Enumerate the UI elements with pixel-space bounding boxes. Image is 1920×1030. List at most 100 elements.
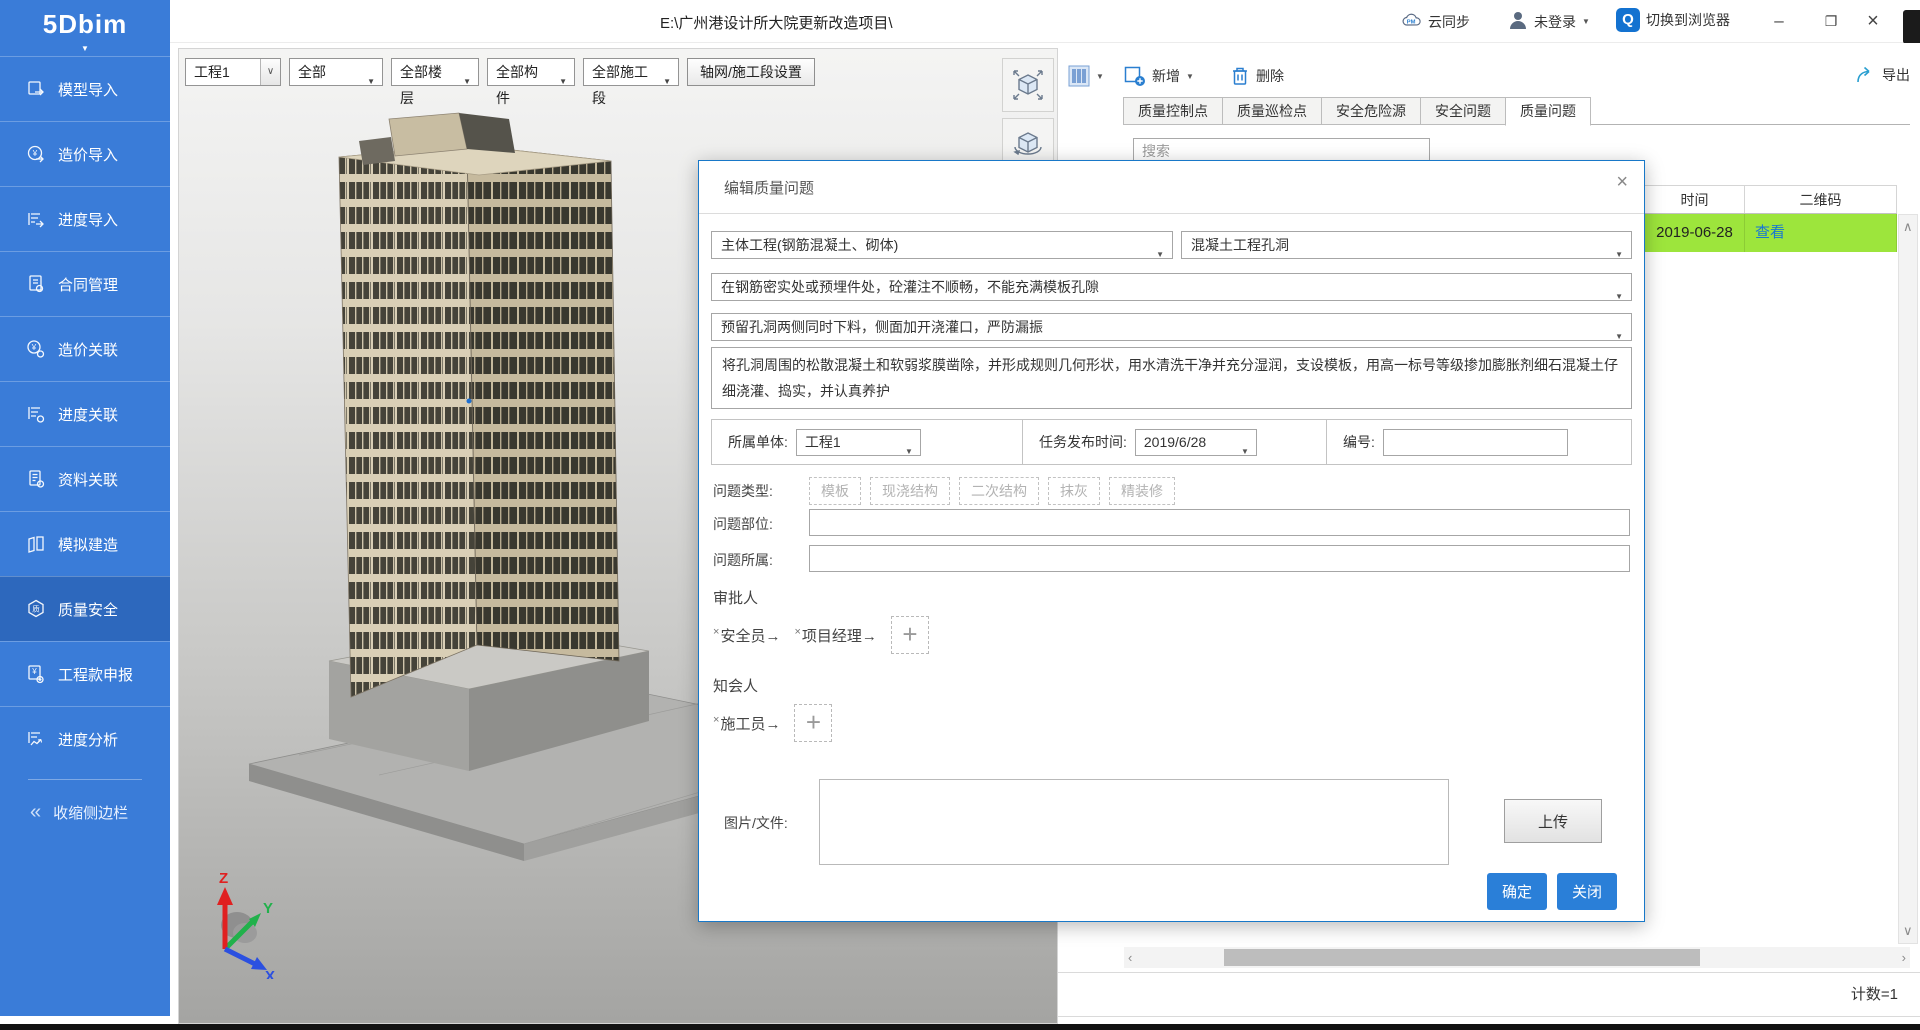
chevron-down-icon: ▼: [1096, 72, 1104, 81]
add-notifier-button[interactable]: +: [794, 704, 832, 742]
axis-gizmo: Y Z X: [191, 869, 281, 979]
prevention-dropdown[interactable]: 预留孔洞两侧同时下料，侧面加开浇灌口，严防漏振 ▼: [711, 313, 1632, 341]
cloud-sync-button[interactable]: PM 云同步: [1402, 10, 1470, 33]
table-header-time[interactable]: 时间: [1645, 186, 1745, 213]
notifier-chip[interactable]: ×施工员→: [713, 713, 780, 734]
tab-quality-control[interactable]: 质量控制点: [1123, 97, 1222, 125]
scroll-up-icon[interactable]: ∧: [1903, 219, 1913, 235]
arrow-right-icon: →: [862, 628, 877, 645]
approver-chip[interactable]: ×项目经理→: [794, 625, 876, 646]
contract-icon: [26, 274, 46, 294]
horizontal-scrollbar[interactable]: ‹ ›: [1124, 947, 1910, 968]
filter-section-dropdown[interactable]: 全部施工段 ▼: [583, 58, 679, 86]
remove-icon[interactable]: ×: [794, 626, 800, 638]
remove-icon[interactable]: ×: [713, 714, 719, 726]
sidebar-item-contract[interactable]: 合同管理: [0, 251, 170, 316]
add-approver-button[interactable]: +: [891, 616, 929, 654]
type-option-plaster[interactable]: 抹灰: [1048, 477, 1100, 505]
sidebar-item-model-import[interactable]: 模型导入: [0, 56, 170, 121]
sidebar-item-schedule-link[interactable]: 进度关联: [0, 381, 170, 446]
measures-textarea[interactable]: 将孔洞周围的松散混凝土和软弱浆膜凿除，并形成规则几何形状，用水清洗干净并充分湿润…: [711, 347, 1632, 409]
vertical-scrollbar[interactable]: ∧ ∨: [1898, 214, 1918, 944]
cloud-sync-label: 云同步: [1428, 12, 1470, 32]
scroll-down-icon[interactable]: ∨: [1903, 923, 1913, 939]
qr-view-link[interactable]: 查看: [1745, 214, 1897, 252]
filter-all-dropdown[interactable]: 全部 ▼: [289, 58, 383, 86]
tab-quality-issue[interactable]: 质量问题: [1505, 97, 1591, 126]
type-option-finedecoration[interactable]: 精装修: [1109, 477, 1175, 505]
date-cell: 任务发布时间: 2019/6/28 ▼: [1023, 420, 1327, 464]
axis-y-label: Y: [263, 900, 273, 917]
dialog-title-divider: [699, 213, 1644, 214]
tab-safety-hazard[interactable]: 安全危险源: [1321, 97, 1420, 125]
sidebar-item-cost-import[interactable]: ¥ 造价导入: [0, 121, 170, 186]
restore-button[interactable]: ❐: [1816, 8, 1846, 34]
close-button[interactable]: ×: [1858, 8, 1888, 34]
sidebar-item-simulate-build[interactable]: 模拟建造: [0, 511, 170, 576]
switch-browser-button[interactable]: Q 切换到浏览器: [1616, 8, 1730, 32]
scroll-right-icon[interactable]: ›: [1902, 950, 1906, 965]
close-dialog-button[interactable]: 关闭: [1557, 873, 1617, 910]
tab-quality-inspection[interactable]: 质量巡检点: [1222, 97, 1321, 125]
sidebar-item-payment-declare[interactable]: ¥ 工程款申报: [0, 641, 170, 706]
dialog-close-icon[interactable]: ×: [1616, 171, 1628, 194]
chevron-down-icon: ▼: [1615, 242, 1623, 259]
table-header-qrcode[interactable]: 二维码: [1745, 186, 1897, 213]
item-dropdown[interactable]: 混凝土工程孔洞 ▼: [1181, 231, 1632, 259]
upload-button[interactable]: 上传: [1504, 799, 1602, 843]
number-cell: 编号:: [1327, 420, 1631, 464]
issue-part-label: 问题部位:: [713, 514, 773, 534]
file-label: 图片/文件:: [724, 813, 788, 833]
issue-belong-label: 问题所属:: [713, 550, 773, 570]
delete-button[interactable]: 删除: [1230, 65, 1284, 87]
login-label: 未登录: [1534, 12, 1576, 32]
chevron-down-icon: ▼: [1615, 324, 1623, 341]
category-dropdown[interactable]: 主体工程(钢筋混凝土、砌体) ▼: [711, 231, 1173, 259]
type-option-castinplace[interactable]: 现浇结构: [870, 477, 950, 505]
minimize-button[interactable]: –: [1764, 8, 1794, 34]
window-title: E:\广州港设计所大院更新改造项目\: [660, 12, 893, 33]
sidebar-item-label: 进度关联: [58, 404, 118, 425]
unit-label: 所属单体:: [728, 432, 788, 452]
logo-chevron-icon[interactable]: ▼: [0, 44, 170, 56]
axis-x-label: X: [265, 968, 275, 979]
ok-button[interactable]: 确定: [1487, 873, 1547, 910]
collapse-sidebar-label: 收缩侧边栏: [53, 802, 128, 823]
sidebar-item-label: 进度导入: [58, 209, 118, 230]
unit-dropdown[interactable]: 工程1 ▼: [796, 429, 921, 456]
zoom-extents-button[interactable]: [1002, 58, 1054, 112]
grid-section-settings-button[interactable]: 轴网/施工段设置: [687, 58, 815, 86]
sidebar-separator: [28, 779, 142, 780]
sidebar-item-label: 模型导入: [58, 79, 118, 100]
approver-chip[interactable]: ×安全员→: [713, 625, 780, 646]
quality-safety-icon: 质: [26, 599, 46, 619]
remove-icon[interactable]: ×: [713, 626, 719, 638]
sidebar-item-quality-safety[interactable]: 质 质量安全: [0, 576, 170, 641]
sidebar-item-schedule-import[interactable]: 进度导入: [0, 186, 170, 251]
project-combobox[interactable]: 工程1 ∨: [185, 58, 281, 86]
filter-floor-dropdown[interactable]: 全部楼层 ▼: [391, 58, 479, 86]
filter-component-dropdown[interactable]: 全部构件 ▼: [487, 58, 575, 86]
issue-part-input[interactable]: [809, 509, 1630, 536]
sidebar-item-schedule-analysis[interactable]: 进度分析: [0, 706, 170, 771]
export-button[interactable]: 导出: [1856, 65, 1910, 85]
type-option-secondary[interactable]: 二次结构: [959, 477, 1039, 505]
problem-dropdown[interactable]: 在钢筋密实处或预埋件处，砼灌注不顺畅，不能充满模板孔隙 ▼: [711, 273, 1632, 301]
number-input[interactable]: [1383, 429, 1568, 456]
sidebar-item-document-link[interactable]: 资料关联: [0, 446, 170, 511]
login-menu[interactable]: 未登录 ▼: [1508, 10, 1590, 33]
date-dropdown[interactable]: 2019/6/28 ▼: [1135, 429, 1257, 456]
file-dropzone[interactable]: [819, 779, 1449, 865]
column-settings-button[interactable]: ▼: [1068, 65, 1104, 87]
sidebar-item-cost-link[interactable]: ¥ 造价关联: [0, 316, 170, 381]
chevron-down-icon[interactable]: ∨: [260, 59, 280, 85]
collapse-sidebar-button[interactable]: « 收缩侧边栏: [0, 786, 170, 838]
tab-safety-issue[interactable]: 安全问题: [1420, 97, 1505, 125]
issue-belong-input[interactable]: [809, 545, 1630, 572]
scroll-left-icon[interactable]: ‹: [1128, 950, 1132, 965]
type-option-formwork[interactable]: 模板: [809, 477, 861, 505]
add-button[interactable]: 新增 ▼: [1124, 65, 1194, 87]
project-combobox-value: 工程1: [194, 64, 230, 80]
sidebar-item-label: 合同管理: [58, 274, 118, 295]
scrollbar-thumb[interactable]: [1224, 949, 1700, 966]
